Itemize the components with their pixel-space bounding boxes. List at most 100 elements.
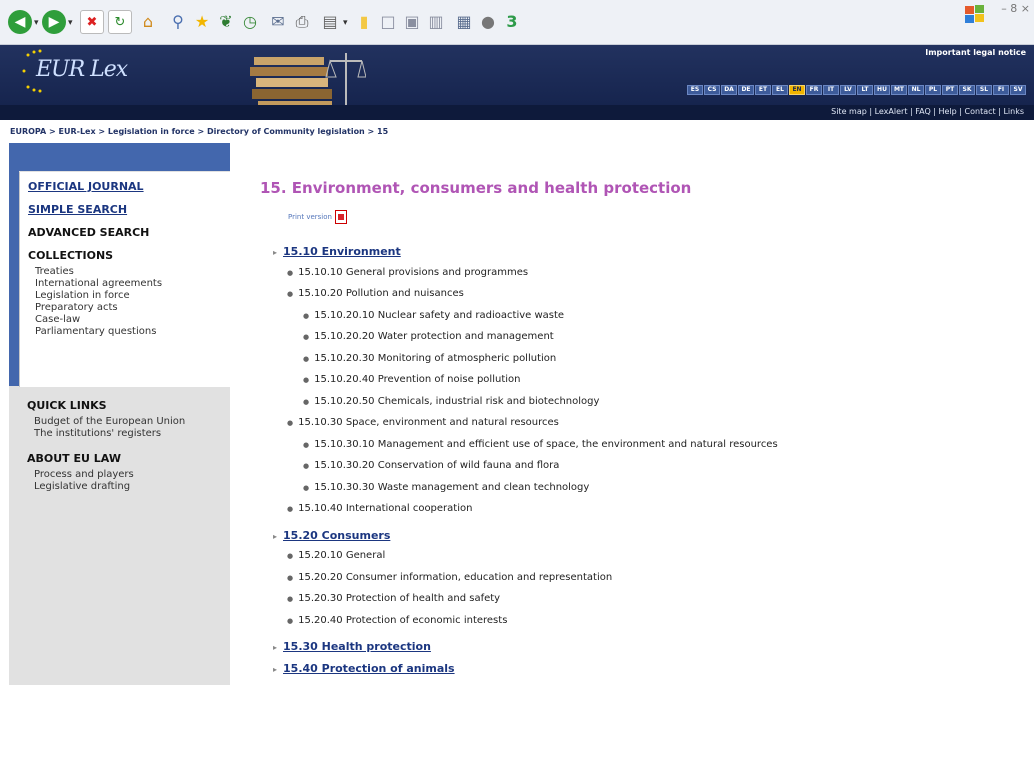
- lang-sl[interactable]: SL: [976, 85, 992, 95]
- collection-international-agreements[interactable]: International agreements: [35, 278, 230, 290]
- simple-search-link[interactable]: SIMPLE SEARCH: [28, 203, 230, 216]
- tree-item-15-10-20-20[interactable]: ● 15.10.20.20 Water protection and manage…: [303, 331, 778, 353]
- advanced-search-link[interactable]: ADVANCED SEARCH: [28, 226, 230, 239]
- tree-item-15-10-20-10[interactable]: ● 15.10.20.10 Nuclear safety and radioact…: [303, 310, 778, 332]
- about-legislative-drafting[interactable]: Legislative drafting: [34, 481, 230, 493]
- folder-icon[interactable]: ▮: [352, 10, 376, 34]
- lang-hu[interactable]: HU: [874, 85, 890, 95]
- tree-item-15-10-20[interactable]: ● 15.10.20 Pollution and nuisances: [287, 288, 778, 310]
- lang-it[interactable]: IT: [823, 85, 839, 95]
- collection-parliamentary-questions[interactable]: Parliamentary questions: [35, 326, 230, 338]
- window-controls[interactable]: – 8 ×: [1001, 2, 1030, 15]
- lang-mt[interactable]: MT: [891, 85, 907, 95]
- edit-icon[interactable]: ▤: [318, 10, 342, 34]
- tree-item-label[interactable]: 15.10.20.20 Water protection and managem…: [314, 331, 554, 342]
- utility-links[interactable]: Site map | LexAlert | FAQ | Help | Conta…: [831, 107, 1024, 116]
- collection-case-law[interactable]: Case-law: [35, 314, 230, 326]
- lang-pt[interactable]: PT: [942, 85, 958, 95]
- page-icon[interactable]: □: [376, 10, 400, 34]
- favorites-icon[interactable]: ★: [190, 10, 214, 34]
- stop-icon[interactable]: ✖: [80, 10, 104, 34]
- lang-fr[interactable]: FR: [806, 85, 822, 95]
- lang-pl[interactable]: PL: [925, 85, 941, 95]
- mail-icon[interactable]: ✉: [266, 10, 290, 34]
- lang-sv[interactable]: SV: [1010, 85, 1026, 95]
- tree-item-15-10[interactable]: ▸ 15.10 Environment: [273, 245, 778, 267]
- tree-item-15-10-20-40[interactable]: ● 15.10.20.40 Prevention of noise polluti…: [303, 374, 778, 396]
- lang-el[interactable]: EL: [772, 85, 788, 95]
- legal-notice-link[interactable]: Important legal notice: [925, 48, 1026, 57]
- tree-item-15-20-10[interactable]: ● 15.20.10 General: [287, 550, 778, 572]
- pdf-icon[interactable]: [334, 210, 347, 224]
- print-version-link[interactable]: Print version: [288, 213, 332, 221]
- lang-cs[interactable]: CS: [704, 85, 720, 95]
- tree-item-label[interactable]: 15.10.20.50 Chemicals, industrial risk a…: [314, 396, 599, 407]
- tree-item-label[interactable]: 15.10.20.10 Nuclear safety and radioacti…: [314, 310, 564, 321]
- breadcrumb[interactable]: EUROPA > EUR-Lex > Legislation in force …: [10, 127, 388, 136]
- tree-item-15-10-30-30[interactable]: ● 15.10.30.30 Waste management and clean …: [303, 482, 778, 504]
- tree-item-15-10-40[interactable]: ● 15.10.40 International cooperation: [287, 503, 778, 525]
- tree-item-label[interactable]: 15.10.40 International cooperation: [298, 503, 472, 514]
- tree-item-15-20[interactable]: ▸ 15.20 Consumers: [273, 529, 778, 551]
- home-icon[interactable]: ⌂: [136, 10, 160, 34]
- tree-item-label[interactable]: 15.10.30.10 Management and efficient use…: [314, 439, 778, 450]
- research-icon[interactable]: ▦: [452, 10, 476, 34]
- official-journal-link[interactable]: OFFICIAL JOURNAL: [28, 180, 230, 193]
- tree-item-15-20-40[interactable]: ● 15.20.40 Protection of economic interes…: [287, 615, 778, 637]
- quick-link-budget[interactable]: Budget of the European Union: [34, 416, 230, 428]
- media-icon[interactable]: ❦: [214, 10, 238, 34]
- quick-link-registers[interactable]: The institutions' registers: [34, 428, 230, 440]
- eurlex-logo[interactable]: EUR Lex: [18, 49, 128, 93]
- forward-icon[interactable]: ▶: [42, 10, 66, 34]
- tree-item-label[interactable]: 15.20.30 Protection of health and safety: [298, 593, 500, 604]
- tree-item-label[interactable]: 15.30 Health protection: [283, 640, 431, 653]
- lang-da[interactable]: DA: [721, 85, 737, 95]
- tree-item-15-10-30-20[interactable]: ● 15.10.30.20 Conservation of wild fauna …: [303, 460, 778, 482]
- back-icon[interactable]: ◀: [8, 10, 32, 34]
- lang-en[interactable]: EN: [789, 85, 805, 95]
- dropdown-arrow-icon[interactable]: ▾: [68, 18, 74, 28]
- lang-es[interactable]: ES: [687, 85, 703, 95]
- search-icon[interactable]: ⚲: [166, 10, 190, 34]
- tree-item-label[interactable]: 15.40 Protection of animals: [283, 662, 455, 675]
- tree-item-15-30[interactable]: ▸ 15.30 Health protection: [273, 640, 778, 662]
- about-process-players[interactable]: Process and players: [34, 469, 230, 481]
- history-icon[interactable]: ◷: [238, 10, 262, 34]
- tree-item-label[interactable]: 15.20 Consumers: [283, 529, 390, 542]
- tree-item-label[interactable]: 15.20.10 General: [298, 550, 385, 561]
- tree-item-15-10-10[interactable]: ● 15.10.10 General provisions and program…: [287, 267, 778, 289]
- tree-item-label[interactable]: 15.10.20 Pollution and nuisances: [298, 288, 464, 299]
- collection-treaties[interactable]: Treaties: [35, 266, 230, 278]
- lang-lv[interactable]: LV: [840, 85, 856, 95]
- lang-sk[interactable]: SK: [959, 85, 975, 95]
- tree-item-15-10-30[interactable]: ● 15.10.30 Space, environment and natural…: [287, 417, 778, 439]
- collection-legislation-in-force[interactable]: Legislation in force: [35, 290, 230, 302]
- tree-item-label[interactable]: 15.10 Environment: [283, 245, 401, 258]
- print-icon[interactable]: ⎙: [290, 10, 314, 34]
- tree-item-label[interactable]: 15.10.30.30 Waste management and clean t…: [314, 482, 589, 493]
- lang-de[interactable]: DE: [738, 85, 754, 95]
- tree-item-label[interactable]: 15.20.40 Protection of economic interest…: [298, 615, 507, 626]
- tree-item-15-20-30[interactable]: ● 15.20.30 Protection of health and safet…: [287, 593, 778, 615]
- tree-item-15-20-20[interactable]: ● 15.20.20 Consumer information, educatio…: [287, 572, 778, 594]
- tree-item-15-40[interactable]: ▸ 15.40 Protection of animals: [273, 662, 778, 684]
- tree-item-label[interactable]: 15.10.20.40 Prevention of noise pollutio…: [314, 374, 520, 385]
- tree-item-label[interactable]: 15.10.30.20 Conservation of wild fauna a…: [314, 460, 559, 471]
- collection-preparatory-acts[interactable]: Preparatory acts: [35, 302, 230, 314]
- tool-icon[interactable]: 3: [500, 10, 524, 34]
- tree-item-label[interactable]: 15.10.30 Space, environment and natural …: [298, 417, 559, 428]
- lang-lt[interactable]: LT: [857, 85, 873, 95]
- tree-item-15-10-30-10[interactable]: ● 15.10.30.10 Management and efficient us…: [303, 439, 778, 461]
- tree-item-label[interactable]: 15.10.20.30 Monitoring of atmospheric po…: [314, 353, 556, 364]
- page-icon-3[interactable]: ▥: [424, 10, 448, 34]
- tree-item-label[interactable]: 15.20.20 Consumer information, education…: [298, 572, 612, 583]
- page-icon-2[interactable]: ▣: [400, 10, 424, 34]
- refresh-icon[interactable]: ↻: [108, 10, 132, 34]
- lang-et[interactable]: ET: [755, 85, 771, 95]
- tree-item-15-10-20-30[interactable]: ● 15.10.20.30 Monitoring of atmospheric p…: [303, 353, 778, 375]
- tree-item-15-10-20-50[interactable]: ● 15.10.20.50 Chemicals, industrial risk …: [303, 396, 778, 418]
- tree-item-label[interactable]: 15.10.10 General provisions and programm…: [298, 267, 528, 278]
- dropdown-arrow-icon[interactable]: ▾: [343, 18, 349, 28]
- dropdown-arrow-icon[interactable]: ▾: [34, 18, 40, 28]
- messenger-icon[interactable]: ●: [476, 10, 500, 34]
